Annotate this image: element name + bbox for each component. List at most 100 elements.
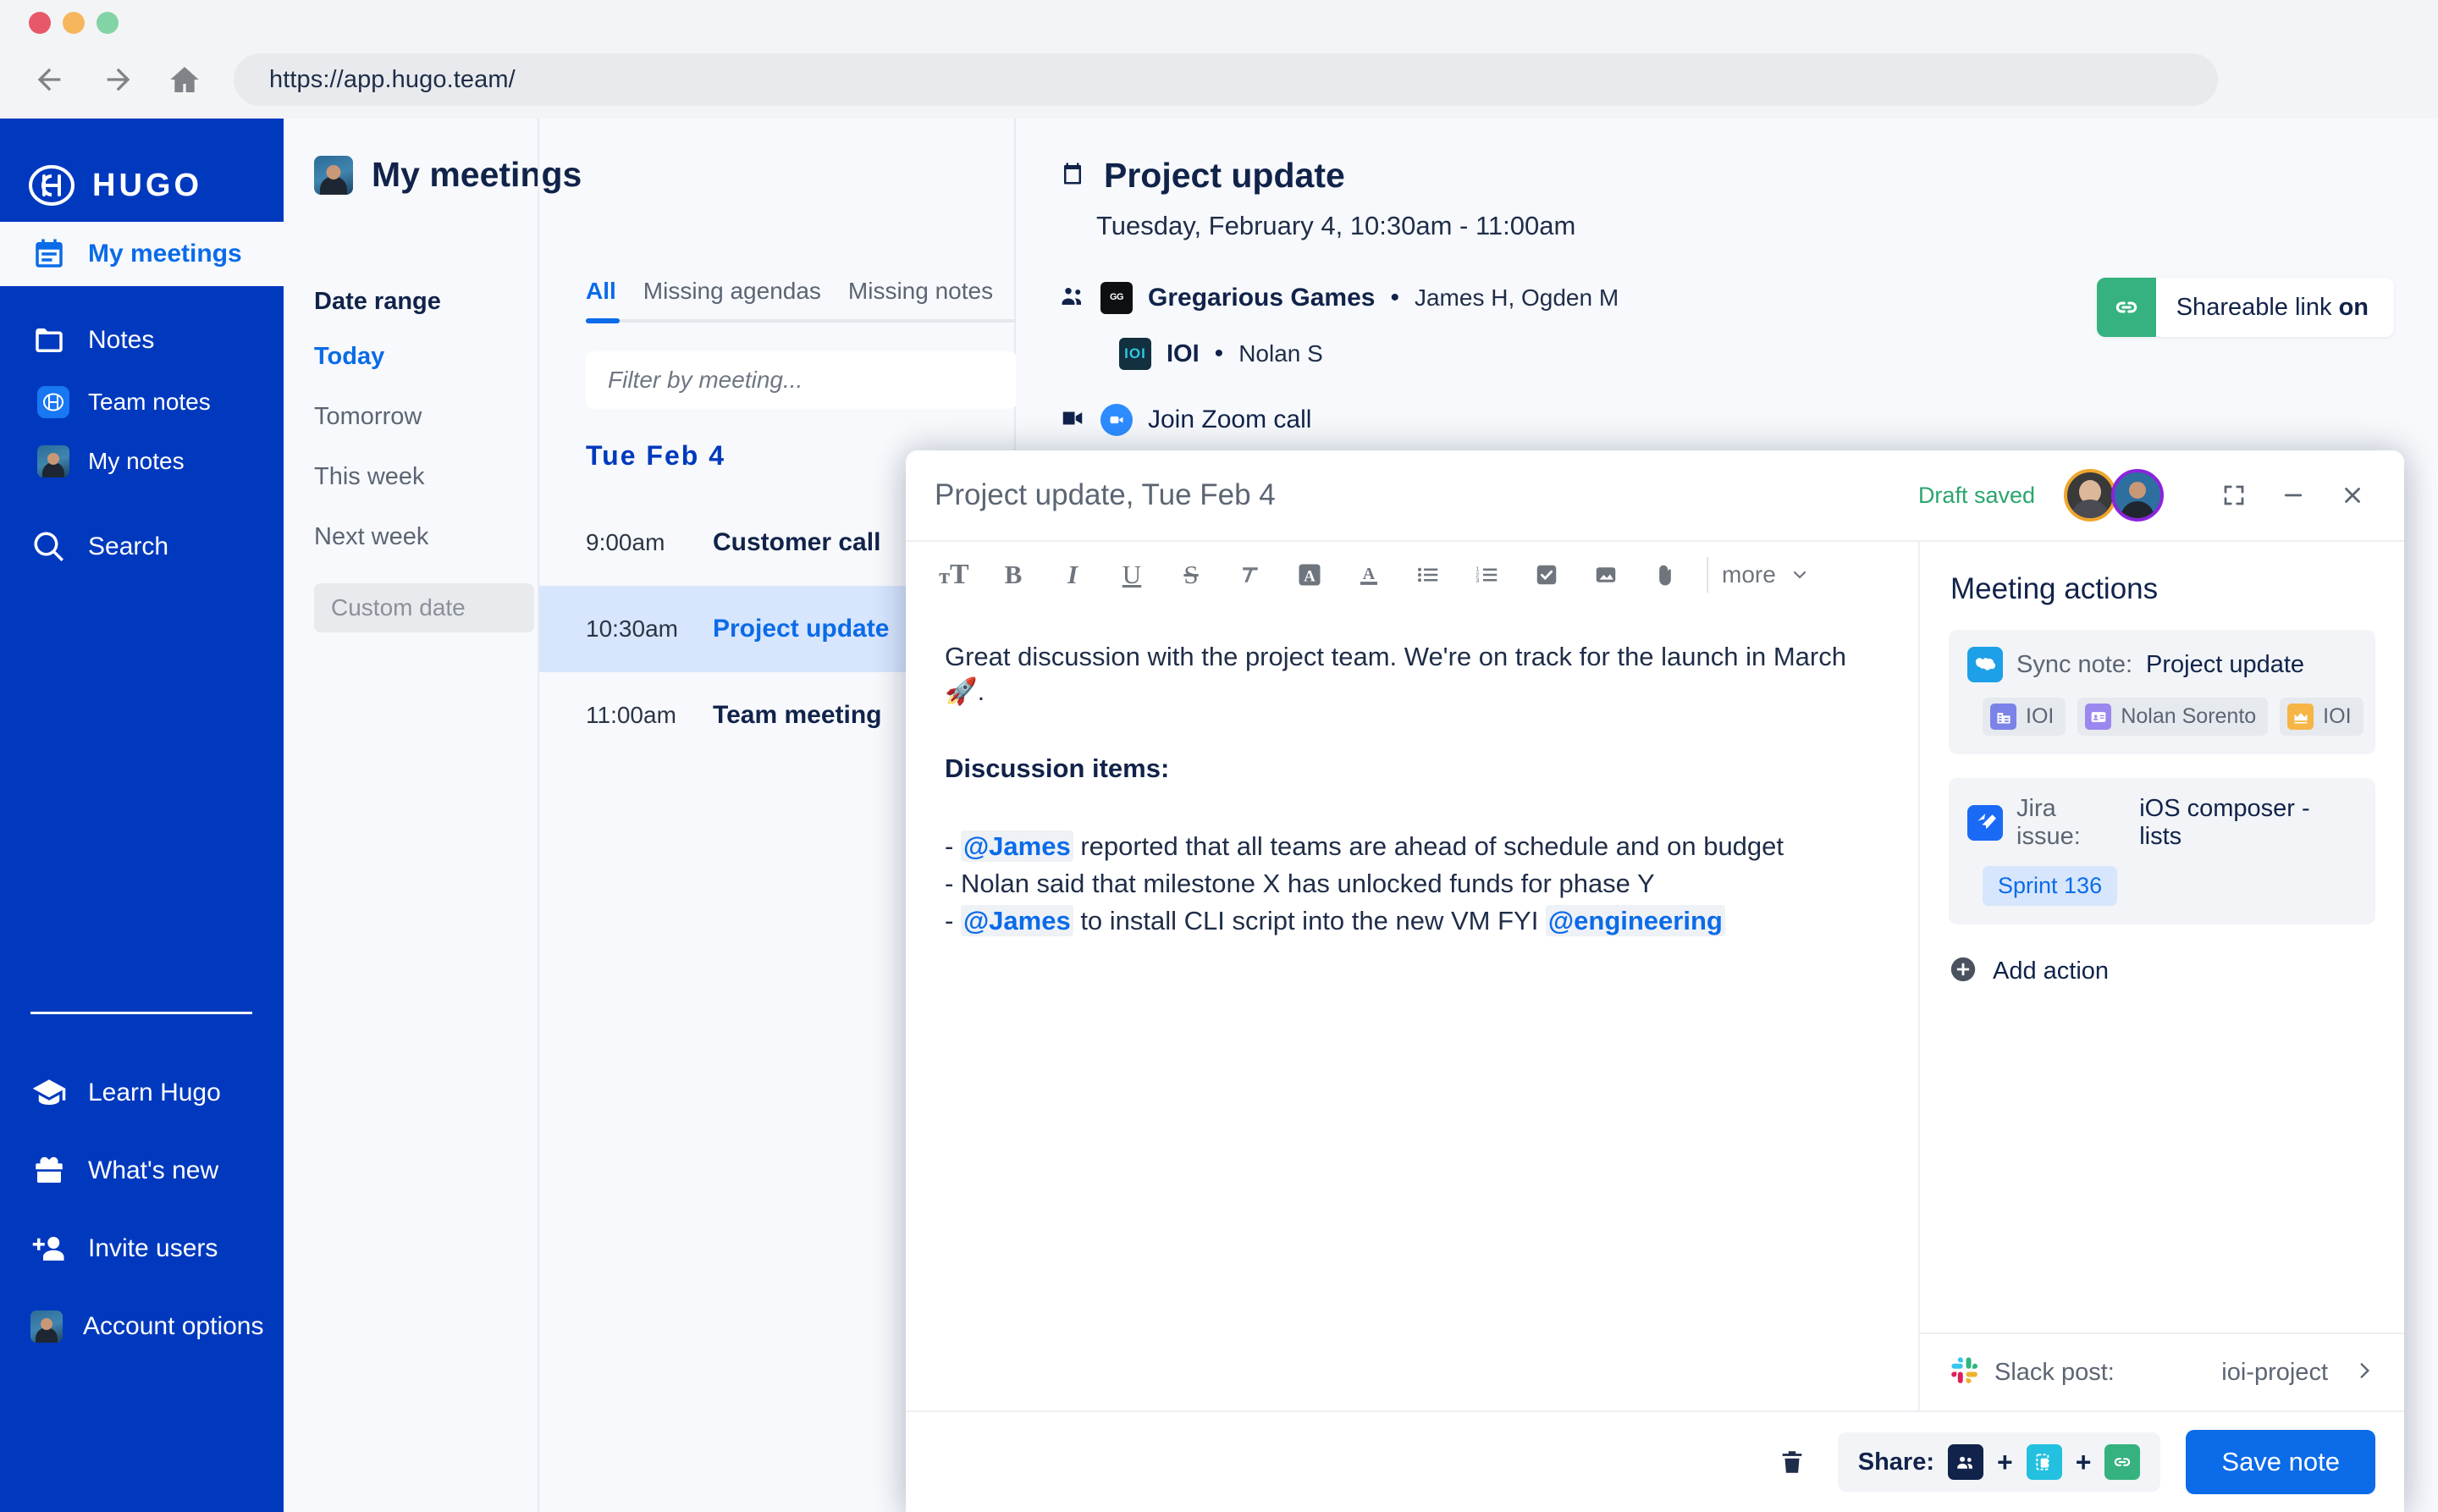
brand-logo: HUGO xyxy=(0,119,284,212)
trash-icon[interactable] xyxy=(1768,1438,1816,1486)
gregarious-games-logo-icon: GG xyxy=(1100,282,1133,314)
checkbox-icon[interactable] xyxy=(1517,545,1576,604)
avatar[interactable] xyxy=(2064,469,2116,521)
hugo-badge-icon xyxy=(37,386,69,418)
org-name: Gregarious Games xyxy=(1148,284,1375,312)
font-color-icon[interactable]: A xyxy=(1339,545,1398,604)
mention-james[interactable]: @James xyxy=(961,830,1073,862)
url-bar[interactable]: https://app.hugo.team/ xyxy=(234,53,2218,106)
sidebar-item-team-notes[interactable]: Team notes xyxy=(0,372,284,432)
link-icon xyxy=(2097,278,2156,337)
slack-post-row[interactable]: Slack post: ioi-project xyxy=(1920,1333,2404,1410)
tab-missing-agendas[interactable]: Missing agendas xyxy=(643,278,821,317)
date-range-next-week[interactable]: Next week xyxy=(314,523,534,551)
mention-engineering[interactable]: @engineering xyxy=(1546,905,1725,936)
folder-icon xyxy=(30,322,68,359)
sidebar-item-my-meetings[interactable]: My meetings xyxy=(0,222,284,286)
arrow-right-icon[interactable] xyxy=(100,61,137,98)
bullet-list-icon[interactable] xyxy=(1398,545,1458,604)
separator-dot: • xyxy=(1215,339,1224,368)
sidebar-item-invite-users[interactable]: Invite users xyxy=(0,1210,284,1288)
people-icon[interactable] xyxy=(1948,1444,1983,1480)
modal-header: Project update, Tue Feb 4 Draft saved xyxy=(906,450,2404,542)
custom-date-input[interactable]: Custom date xyxy=(314,583,534,632)
tag-contact[interactable]: Nolan Sorento xyxy=(2077,698,2268,736)
tab-missing-notes[interactable]: Missing notes xyxy=(848,278,993,317)
add-action-button[interactable]: Add action xyxy=(1949,955,2404,988)
zoom-icon xyxy=(1100,404,1133,436)
bold-icon[interactable]: B xyxy=(984,545,1043,604)
avatar[interactable] xyxy=(2111,469,2164,521)
minimize-icon[interactable] xyxy=(2270,472,2316,518)
date-range-tomorrow[interactable]: Tomorrow xyxy=(314,403,534,431)
minimize-window-button[interactable] xyxy=(63,12,85,34)
chevron-down-icon xyxy=(1790,565,1810,585)
modal-footer: Share: + + Save note xyxy=(906,1410,2404,1512)
note-content[interactable]: Great discussion with the project team. … xyxy=(906,608,1918,1410)
link-icon[interactable] xyxy=(2104,1444,2140,1480)
sidebar-item-account-options[interactable]: Account options xyxy=(0,1288,284,1366)
avatar xyxy=(314,156,353,195)
meeting-name: Project update xyxy=(713,615,889,643)
action-card-jira-issue[interactable]: Jira issue: iOS composer - lists Sprint … xyxy=(1949,778,2375,924)
day-heading: Tue Feb 4 xyxy=(586,440,725,472)
list-bullet: - xyxy=(945,906,961,935)
search-input[interactable] xyxy=(586,351,1018,409)
plus-separator: + xyxy=(2076,1447,2092,1478)
close-icon[interactable] xyxy=(2330,472,2375,518)
copy-icon[interactable] xyxy=(2027,1444,2062,1480)
date-range-this-week[interactable]: This week xyxy=(314,463,534,491)
sidebar-item-label: Team notes xyxy=(88,389,211,416)
numbered-list-icon[interactable]: 123 xyxy=(1458,545,1517,604)
paperclip-icon[interactable] xyxy=(1635,545,1695,604)
tag-account[interactable]: IOI xyxy=(1983,698,2066,736)
shareable-link-text: Shareable link xyxy=(2176,294,2339,321)
more-label: more xyxy=(1722,561,1776,588)
italic-icon[interactable]: I xyxy=(1043,545,1102,604)
join-zoom-call-row[interactable]: Join Zoom call xyxy=(1016,404,2438,436)
sidebar-item-label: Search xyxy=(88,533,168,561)
url-text: https://app.hugo.team/ xyxy=(269,66,516,94)
date-range-filters: Date range Today Tomorrow This week Next… xyxy=(314,288,534,632)
home-icon[interactable] xyxy=(166,61,203,98)
date-range-today[interactable]: Today xyxy=(314,343,534,371)
tag-opportunity[interactable]: IOI xyxy=(2280,698,2363,736)
chevron-right-icon[interactable] xyxy=(2353,1360,2375,1386)
arrow-left-icon[interactable] xyxy=(30,61,68,98)
maximize-window-button[interactable] xyxy=(97,12,119,34)
sidebar-item-notes[interactable]: Notes xyxy=(0,308,284,372)
mention-james[interactable]: @James xyxy=(961,905,1073,936)
meeting-datetime: Tuesday, February 4, 10:30am - 11:00am xyxy=(1016,211,2438,241)
shareable-link-state: on xyxy=(2339,294,2369,321)
sidebar-item-whats-new[interactable]: What's new xyxy=(0,1132,284,1210)
people-icon xyxy=(1060,284,1085,313)
sidebar-item-learn-hugo[interactable]: Learn Hugo xyxy=(0,1054,284,1132)
image-icon[interactable] xyxy=(1576,545,1635,604)
sidebar-item-label: What's new xyxy=(88,1156,218,1185)
highlight-icon[interactable]: A xyxy=(1280,545,1339,604)
sidebar-item-label: Invite users xyxy=(88,1234,218,1263)
action-label: Jira issue: xyxy=(2016,795,2126,851)
save-button[interactable]: Save note xyxy=(2186,1430,2375,1494)
text-size-icon[interactable]: тT xyxy=(924,545,984,604)
ioi-logo-icon: IOI xyxy=(1119,338,1151,370)
action-card-sync-note[interactable]: Sync note: Project update IOI Nol xyxy=(1949,630,2375,754)
sidebar-item-label: Learn Hugo xyxy=(88,1079,221,1107)
meeting-time: 9:00am xyxy=(586,529,713,556)
close-window-button[interactable] xyxy=(29,12,51,34)
strikethrough-icon[interactable]: S xyxy=(1161,545,1221,604)
tag-sprint[interactable]: Sprint 136 xyxy=(1983,866,2117,906)
building-icon xyxy=(1990,704,2016,730)
calendar-icon xyxy=(1060,161,1085,190)
sidebar-item-label: Account options xyxy=(83,1312,263,1341)
shareable-link-toggle[interactable]: Shareable link on xyxy=(2097,278,2394,337)
underline-icon[interactable]: U xyxy=(1102,545,1161,604)
sidebar-item-my-notes[interactable]: My notes xyxy=(0,432,284,491)
note-list-item: - @James to install CLI script into the … xyxy=(945,902,1881,940)
note-editor-modal: Project update, Tue Feb 4 Draft saved xyxy=(906,450,2404,1512)
sidebar-item-search[interactable]: Search xyxy=(0,515,284,579)
expand-icon[interactable] xyxy=(2211,472,2257,518)
more-options-button[interactable]: more xyxy=(1722,561,1810,588)
tab-all[interactable]: All xyxy=(586,278,616,317)
clear-formatting-icon[interactable] xyxy=(1221,545,1280,604)
